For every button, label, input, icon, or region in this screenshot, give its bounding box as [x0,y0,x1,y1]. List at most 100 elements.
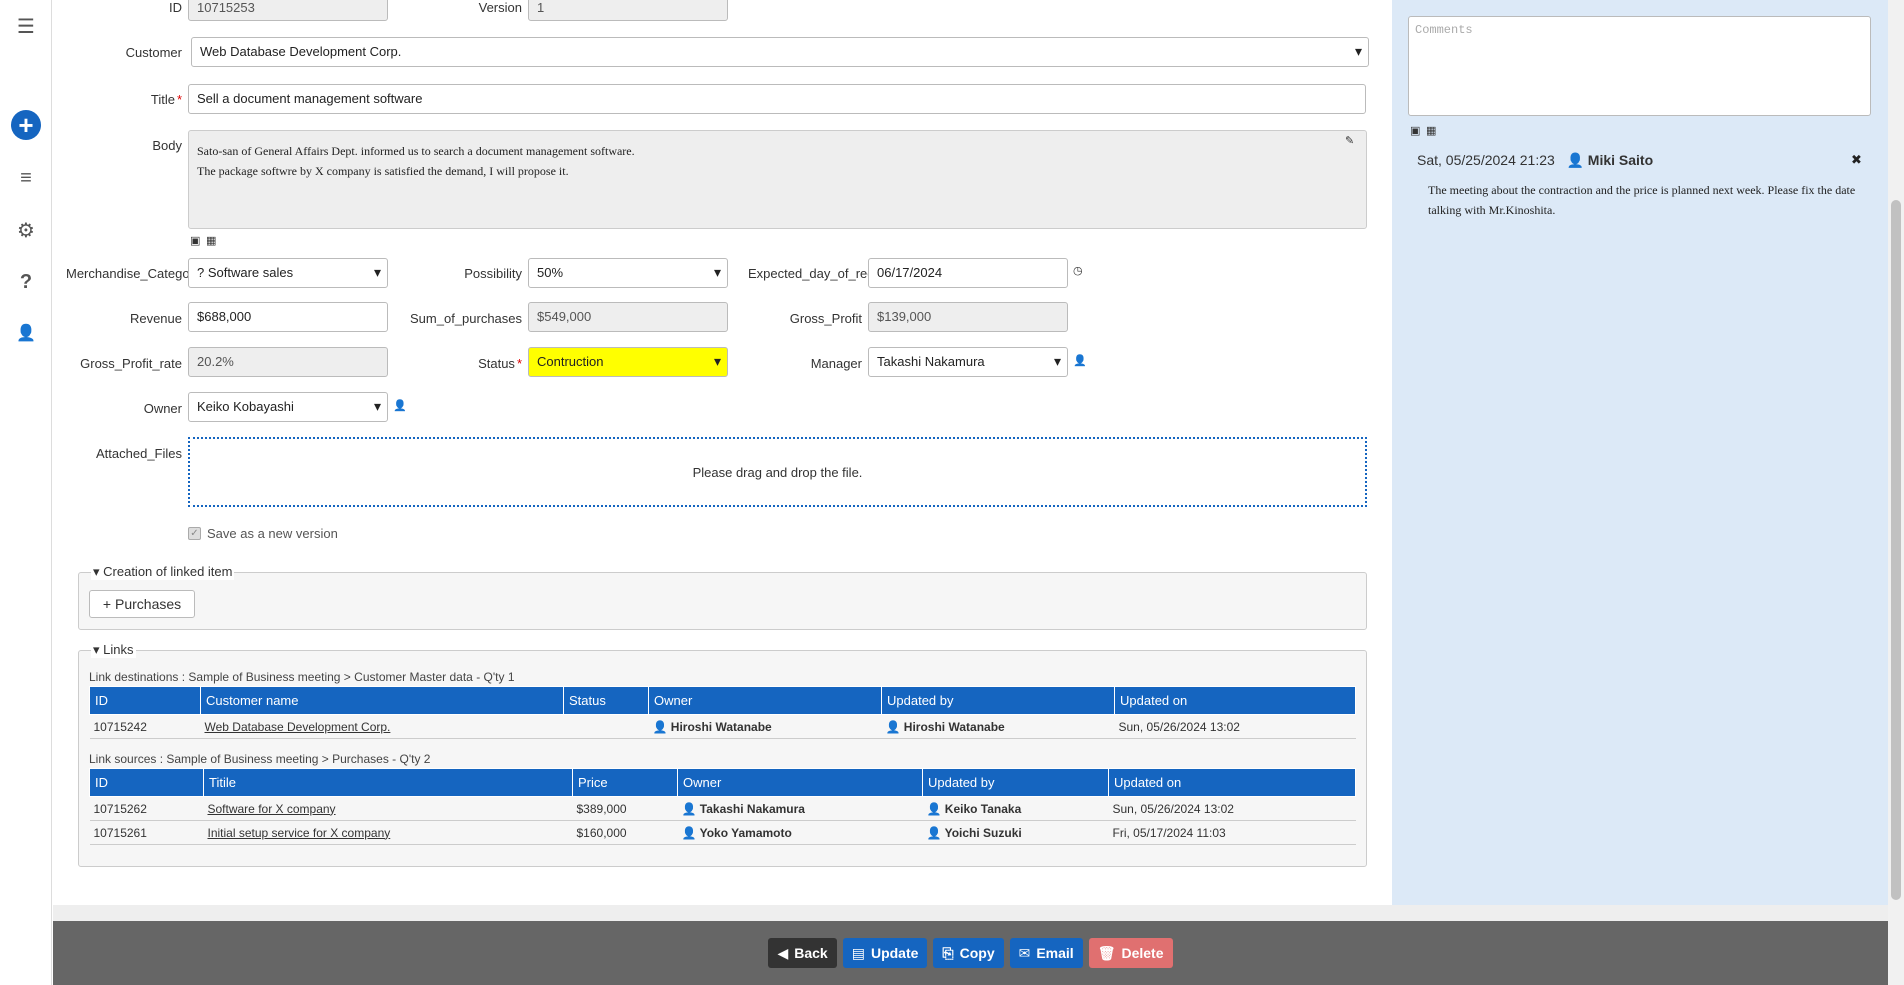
comments-panel [1392,0,1888,905]
status-select[interactable]: Contruction [528,347,728,377]
status-label: Status * [478,356,522,371]
purchase-link[interactable]: Initial setup service for X company [208,826,391,840]
user-icon: 👤 [681,801,697,816]
col-header[interactable]: Price [572,768,678,797]
user-icon: 👤 [926,801,942,816]
table-icon[interactable]: ▦ [206,234,216,247]
col-header[interactable]: Status [563,686,649,715]
purchase-link[interactable]: Software for X company [208,802,336,816]
back-arrow-icon: ◀ [777,944,789,961]
gross-profit-label: Gross_Profit [789,311,862,326]
cell-updated-by: Hiroshi Watanabe [903,719,1005,734]
cell-owner: Hiroshi Watanabe [670,719,772,734]
footer-toolbar: ◀ Back ▤ Update ⎘ Copy ✉ Email 🗑 Delete [53,921,1888,985]
required-mark: * [176,92,182,107]
gear-icon[interactable]: ⚙ [13,217,39,243]
body-line: The package softwre by X company is sati… [197,164,569,178]
table-row[interactable]: 10715242 Web Database Development Corp. … [89,714,1356,739]
gross-profit-field: $139,000 [868,302,1068,332]
user-icon: 👤 [1566,152,1584,168]
user-account-icon[interactable]: 👤 [13,320,39,346]
col-header[interactable]: ID [89,768,204,797]
sort-list-icon[interactable]: ≡ [13,165,39,191]
col-header[interactable]: Updated by [922,768,1109,797]
user-picker-icon[interactable]: 👤 [393,399,407,412]
add-new-icon[interactable]: + [11,110,41,140]
body-textarea[interactable]: Sato-san of General Affairs Dept. inform… [188,130,1367,229]
manager-select[interactable]: Takashi Nakamura [868,347,1068,377]
col-header[interactable]: Titile [203,768,573,797]
owner-select[interactable]: Keiko Kobayashi [188,392,388,422]
update-button[interactable]: ▤ Update [842,938,928,968]
body-line: Sato-san of General Affairs Dept. inform… [197,144,635,158]
edit-pencil-icon[interactable]: ✎ [1345,134,1354,147]
col-header[interactable]: Customer name [200,686,564,715]
col-header[interactable]: Updated on [1114,686,1356,715]
user-icon: 👤 [926,825,942,840]
manager-label: Manager [810,356,862,371]
comment-header: Sat, 05/25/2024 21:23 👤 Miki Saito [1417,152,1653,169]
links-legend[interactable]: ▾ Links [91,642,136,658]
customer-link[interactable]: Web Database Development Corp. [205,720,391,734]
col-header[interactable]: Owner [677,768,923,797]
link-sources-caption: Link sources : Sample of Business meetin… [89,752,431,766]
save-icon: ▤ [851,944,865,961]
delete-comment-icon[interactable]: ✖ [1851,152,1862,168]
cell-updated-on: Sun, 05/26/2024 13:02 [1114,714,1356,739]
image-icon[interactable]: ▣ [1410,124,1420,137]
save-as-new-version-label: Save as a new version [207,526,338,541]
clock-icon[interactable]: ◷ [1073,264,1083,277]
merchandise-select[interactable]: ? Software sales [188,258,388,288]
possibility-select[interactable]: 50% [528,258,728,288]
sum-of-purchases-field: $549,000 [528,302,728,332]
body-label: Body [152,138,182,153]
col-header[interactable]: Updated by [881,686,1115,715]
help-icon[interactable]: ? [13,269,39,295]
page-divider [53,905,1904,921]
comment-date: Sat, 05/25/2024 21:23 [1417,152,1555,168]
cell-id: 10715261 [89,820,204,845]
user-icon: 👤 [652,719,668,734]
envelope-icon: ✉ [1018,944,1031,961]
col-header[interactable]: Owner [648,686,882,715]
table-icon[interactable]: ▦ [1426,124,1436,137]
vertical-scrollbar[interactable] [1888,0,1904,985]
title-input[interactable]: Sell a document management software [188,84,1366,114]
file-drop-zone[interactable]: Please drag and drop the file. [188,437,1367,507]
cell-updated-on: Sun, 05/26/2024 13:02 [1108,796,1356,821]
save-as-new-version-checkbox[interactable]: ✓ [188,527,201,540]
id-field: 10715253 [188,0,388,21]
version-label: Version [478,0,522,15]
trash-icon: 🗑 [1097,944,1116,961]
scrollbar-thumb[interactable] [1891,200,1901,900]
col-header[interactable]: Updated on [1108,768,1356,797]
linked-item-legend[interactable]: ▾ Creation of linked item [91,564,235,580]
expected-day-input[interactable]: 06/17/2024 [868,258,1068,288]
comment-author: Miki Saito [1587,152,1654,168]
linked-item-fieldset: ▾ Creation of linked item + Purchases [78,564,1367,630]
left-sidebar: ☰ + ≡ ⚙ ? 👤 [0,0,52,985]
cell-updated-by: Yoichi Suzuki [944,825,1022,840]
table-row[interactable]: 10715261 Initial setup service for X com… [89,820,1356,845]
delete-button[interactable]: 🗑 Delete [1088,938,1173,968]
hamburger-menu-icon[interactable]: ☰ [13,13,39,39]
cell-id: 10715242 [89,714,201,739]
merchandise-label: Merchandise_Catego [66,266,188,281]
copy-button[interactable]: ⎘ Copy [933,938,1004,968]
link-destinations-table: ID Customer name Status Owner Updated by… [89,686,1356,739]
table-row[interactable]: 10715262 Software for X company $389,000… [89,796,1356,821]
cell-updated-on: Fri, 05/17/2024 11:03 [1108,820,1356,845]
attached-files-label: Attached_Files [96,446,182,461]
image-icon[interactable]: ▣ [190,234,200,247]
customer-select[interactable]: Web Database Development Corp. [191,37,1369,67]
back-button[interactable]: ◀ Back [768,938,837,968]
link-sources-table: ID Titile Price Owner Updated by Updated… [89,768,1356,845]
col-header[interactable]: ID [89,686,201,715]
id-label: ID [169,0,182,15]
user-picker-icon[interactable]: 👤 [1073,354,1087,367]
comment-textarea[interactable]: Comments [1408,16,1871,116]
revenue-input[interactable]: $688,000 [188,302,388,332]
email-button[interactable]: ✉ Email [1009,938,1083,968]
cell-status [563,714,649,739]
add-purchases-button[interactable]: + Purchases [89,590,195,618]
